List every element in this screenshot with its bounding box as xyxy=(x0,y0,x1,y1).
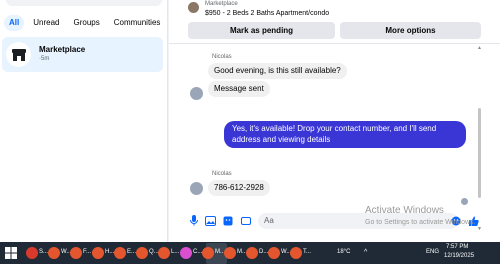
conversation-time: ·5m xyxy=(39,56,50,62)
taskbar-app-icon[interactable] xyxy=(48,247,60,259)
scroll-down-icon[interactable]: ▼ xyxy=(477,226,482,232)
taskbar-app-icon[interactable] xyxy=(70,247,82,259)
taskbar-app-icon[interactable] xyxy=(202,247,214,259)
conversation-list-panel: All Unread Groups Communities Marketplac… xyxy=(0,0,168,242)
taskbar-app-icon[interactable] xyxy=(26,247,38,259)
message-bubble-outgoing[interactable]: Yes, it's available! Drop your contact n… xyxy=(224,121,466,148)
weather-temperature[interactable]: 18°C xyxy=(337,249,350,255)
message-bubble-incoming[interactable]: Good evening, is this still available? xyxy=(208,63,347,79)
message-sender: Nicolas xyxy=(212,54,232,60)
filter-groups[interactable]: Groups xyxy=(68,15,104,31)
taskbar-app-label[interactable]: E... xyxy=(127,249,136,255)
taskbar-app-label[interactable]: D... xyxy=(259,249,268,255)
filter-unread[interactable]: Unread xyxy=(28,15,64,31)
more-options-button[interactable]: More options xyxy=(340,22,481,39)
chevron-up-icon[interactable]: ^ xyxy=(364,249,367,256)
conversation-name: Marketplace xyxy=(39,45,86,54)
taskbar-app-label[interactable]: F... xyxy=(83,249,91,255)
language-indicator[interactable]: ENG xyxy=(426,249,439,255)
filter-communities[interactable]: Communities xyxy=(109,15,166,31)
activation-watermark-title: Activate Windows xyxy=(365,205,444,216)
windows-start-icon[interactable] xyxy=(5,247,17,261)
listing-source: Marketplace xyxy=(205,1,238,7)
scroll-up-icon[interactable]: ▲ xyxy=(477,45,482,51)
message-bubble-incoming[interactable]: 786-612-2928 xyxy=(208,180,270,196)
taskbar-app-icon[interactable] xyxy=(246,247,258,259)
gif-icon[interactable] xyxy=(240,215,251,226)
listing-title[interactable]: $950 - 2 Beds 2 Baths Apartment/condo xyxy=(205,10,329,17)
conversation-item-marketplace[interactable]: Marketplace ·5m xyxy=(2,37,163,72)
seen-avatar xyxy=(461,198,468,205)
avatar[interactable] xyxy=(190,87,203,100)
taskbar-app-icon[interactable] xyxy=(290,247,302,259)
message-sender: Nicolas xyxy=(212,171,232,177)
taskbar-app-icon[interactable] xyxy=(92,247,104,259)
taskbar-app-label[interactable]: L... xyxy=(171,249,179,255)
scrollbar-thumb[interactable] xyxy=(478,108,481,198)
activation-watermark-subtitle: Go to Settings to activate Windows. xyxy=(365,219,476,226)
photo-icon[interactable] xyxy=(205,215,216,226)
listing-header: Marketplace $950 - 2 Beds 2 Baths Apartm… xyxy=(169,0,500,44)
search-input[interactable] xyxy=(6,0,162,6)
microphone-icon[interactable] xyxy=(188,215,199,226)
sticker-icon[interactable] xyxy=(222,215,233,226)
taskbar-app-label[interactable]: S... xyxy=(39,249,48,255)
avatar[interactable] xyxy=(190,182,203,195)
taskbar-app-label[interactable]: C... xyxy=(193,249,202,255)
taskbar-app-icon[interactable] xyxy=(224,247,236,259)
storefront-icon xyxy=(6,42,31,67)
filter-all[interactable]: All xyxy=(4,15,25,31)
taskbar-app-icon[interactable] xyxy=(114,247,126,259)
clock-time[interactable]: 7:57 PM xyxy=(446,244,468,250)
taskbar-app-icon[interactable] xyxy=(180,247,192,259)
taskbar-app-label[interactable]: T... xyxy=(303,249,311,255)
clock-date[interactable]: 12/19/2025 xyxy=(444,253,474,259)
taskbar-app-icon[interactable] xyxy=(158,247,170,259)
taskbar-app-icon[interactable] xyxy=(268,247,280,259)
listing-thumbnail[interactable] xyxy=(188,2,199,13)
taskbar-app-label[interactable]: H... xyxy=(105,249,114,255)
message-bubble-incoming[interactable]: Message sent xyxy=(208,81,270,97)
filter-chips: All Unread Groups Communities xyxy=(4,15,165,31)
taskbar-app-icon[interactable] xyxy=(136,247,148,259)
mark-as-pending-button[interactable]: Mark as pending xyxy=(188,22,335,39)
